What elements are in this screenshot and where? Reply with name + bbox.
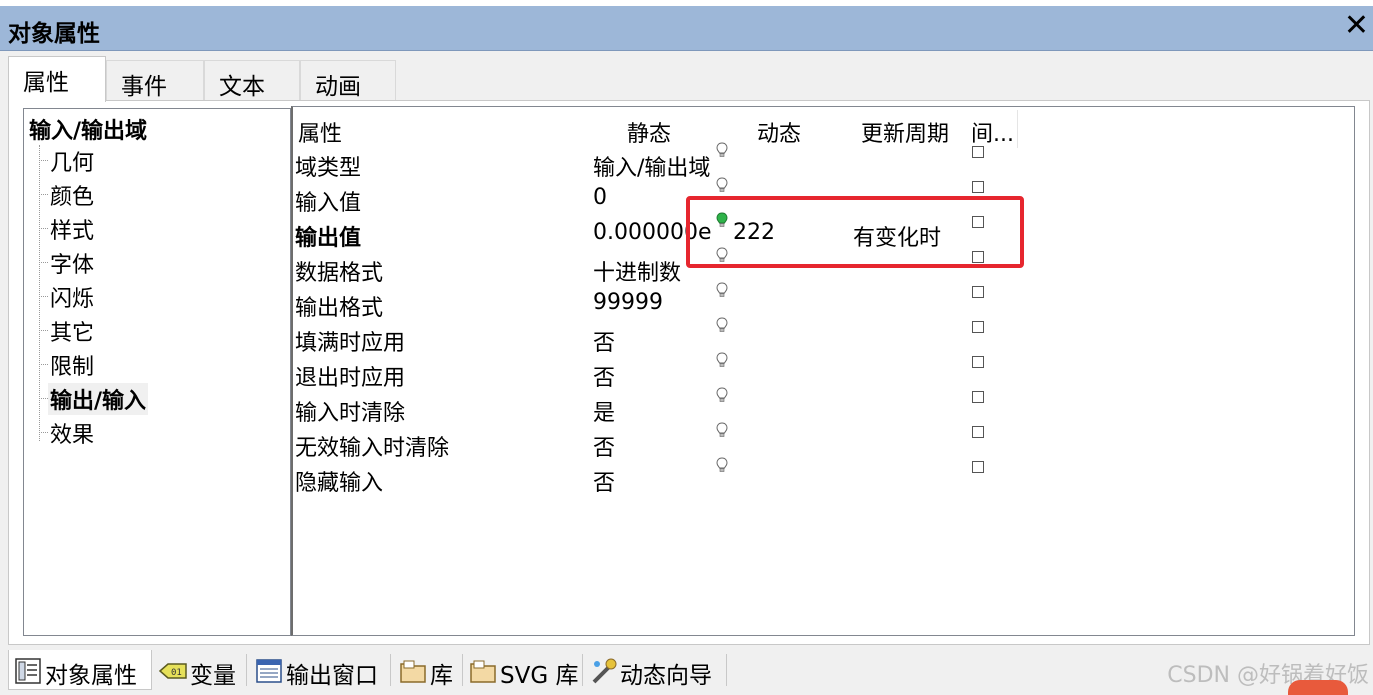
tree-root[interactable]: 输入/输出域	[29, 113, 147, 145]
tree-item-font[interactable]: 字体	[38, 247, 96, 279]
property-name[interactable]: 隐藏输入	[295, 465, 589, 497]
bottom-tab-dynamic-wizard[interactable]: 动态向导	[584, 650, 724, 690]
property-name[interactable]: 数据格式	[295, 255, 589, 287]
static-value[interactable]: 否	[593, 465, 711, 497]
window-title: 对象属性	[8, 21, 100, 47]
separator	[462, 654, 463, 686]
separator	[390, 654, 391, 686]
output-window-icon	[256, 659, 282, 683]
tab-label: 属性	[23, 70, 69, 96]
indirect-checkbox[interactable]	[972, 391, 984, 403]
tree-item-misc[interactable]: 其它	[38, 315, 96, 347]
header-label: 属性	[298, 122, 343, 147]
bottom-tab-label: 对象属性	[45, 663, 137, 689]
property-grid: 属性 静态 动态 更新周期 间... 域类型 输入/输出域 输入值 0 输出值 0.000…	[291, 106, 1355, 636]
indirect-checkbox[interactable]	[972, 356, 984, 368]
lightbulb-icon[interactable]	[716, 142, 728, 158]
static-value[interactable]: 是	[593, 395, 711, 427]
column-header-property[interactable]: 属性	[293, 110, 592, 148]
column-header-dynamic[interactable]: 动态	[711, 110, 852, 148]
bottom-tab-object-properties[interactable]: 对象属性	[8, 650, 152, 690]
tab-events[interactable]: 事件	[106, 60, 204, 100]
column-header-static[interactable]: 静态	[591, 110, 712, 148]
indirect-checkbox[interactable]	[972, 146, 984, 158]
bottom-tab-label: 库	[430, 663, 453, 689]
tree-item-limits[interactable]: 限制	[38, 349, 96, 381]
tree-item-style[interactable]: 样式	[38, 213, 96, 245]
column-header-update-cycle[interactable]: 更新周期	[851, 110, 968, 148]
wizard-icon	[592, 658, 617, 684]
tab-label: 事件	[121, 74, 167, 100]
title-bar: 对象属性 ✕	[0, 6, 1373, 51]
static-value[interactable]: 否	[593, 430, 711, 462]
separator	[582, 654, 583, 686]
svg-text:01: 01	[171, 668, 182, 678]
lightbulb-icon[interactable]	[716, 387, 728, 403]
category-tree: 输入/输出域 几何 颜色 样式 字体 闪烁 其它 限制 输出/输入 效果	[23, 108, 291, 636]
tree-item-geometry[interactable]: 几何	[38, 145, 96, 177]
bottom-tab-output-window[interactable]: 输出窗口	[250, 650, 388, 690]
bottom-tab-svg-library[interactable]: SVG 库	[464, 650, 582, 690]
bottom-tab-label: 动态向导	[620, 663, 712, 689]
tag-icon: 01	[158, 663, 187, 679]
properties-icon	[15, 658, 41, 684]
bottom-tab-library[interactable]: 库	[394, 650, 462, 690]
tree-connector	[39, 145, 40, 441]
indirect-checkbox[interactable]	[972, 286, 984, 298]
bottom-tab-tags[interactable]: 01 变量	[154, 650, 244, 690]
property-name[interactable]: 填满时应用	[295, 325, 589, 357]
tab-text[interactable]: 文本	[204, 60, 300, 100]
tab-label: 文本	[219, 74, 265, 100]
property-name[interactable]: 退出时应用	[295, 360, 589, 392]
static-value[interactable]: 否	[593, 325, 711, 357]
folder-icon	[400, 660, 426, 683]
separator	[246, 654, 247, 686]
header-label: 间...	[971, 122, 1014, 147]
static-value[interactable]: 99999	[593, 290, 711, 315]
property-name[interactable]: 输出格式	[295, 290, 589, 322]
tree-item-effects[interactable]: 效果	[38, 417, 96, 449]
lightbulb-icon[interactable]	[716, 282, 728, 298]
corner-badge	[1288, 680, 1348, 695]
tab-properties[interactable]: 属性	[8, 56, 106, 102]
lightbulb-icon[interactable]	[716, 177, 728, 193]
header-label: 静态	[627, 122, 672, 147]
tree-item-output-input[interactable]: 输出/输入	[38, 383, 149, 415]
close-icon[interactable]: ✕	[1344, 8, 1369, 43]
indirect-checkbox[interactable]	[972, 461, 984, 473]
bottom-tab-label: SVG 库	[500, 663, 579, 689]
indirect-checkbox[interactable]	[972, 321, 984, 333]
tree-item-colors[interactable]: 颜色	[38, 179, 96, 211]
property-name[interactable]: 域类型	[295, 150, 589, 182]
tab-animation[interactable]: 动画	[300, 60, 396, 100]
static-value[interactable]: 否	[593, 360, 711, 392]
property-name[interactable]: 输出值	[295, 220, 589, 252]
indirect-checkbox[interactable]	[972, 426, 984, 438]
property-name[interactable]: 输入值	[295, 185, 589, 217]
tree-item-flashing[interactable]: 闪烁	[38, 281, 96, 313]
property-name[interactable]: 输入时清除	[295, 395, 589, 427]
properties-panel: 输入/输出域 几何 颜色 样式 字体 闪烁 其它 限制 输出/输入 效果 属性 …	[8, 100, 1370, 645]
property-name[interactable]: 无效输入时清除	[295, 430, 589, 462]
separator	[726, 654, 727, 686]
bottom-tab-label: 变量	[190, 663, 236, 689]
static-value[interactable]: 输入/输出域	[593, 150, 711, 182]
highlight-box	[686, 196, 1024, 268]
bottom-tab-label: 输出窗口	[286, 663, 378, 689]
lightbulb-icon[interactable]	[716, 457, 728, 473]
tab-label: 动画	[315, 74, 361, 100]
lightbulb-icon[interactable]	[716, 422, 728, 438]
header-label: 动态	[757, 122, 802, 147]
lightbulb-icon[interactable]	[716, 352, 728, 368]
indirect-checkbox[interactable]	[972, 181, 984, 193]
header-label: 更新周期	[861, 122, 950, 147]
svg-folder-icon	[470, 660, 496, 683]
column-header-indirect[interactable]: 间...	[967, 110, 1018, 148]
lightbulb-icon[interactable]	[716, 317, 728, 333]
